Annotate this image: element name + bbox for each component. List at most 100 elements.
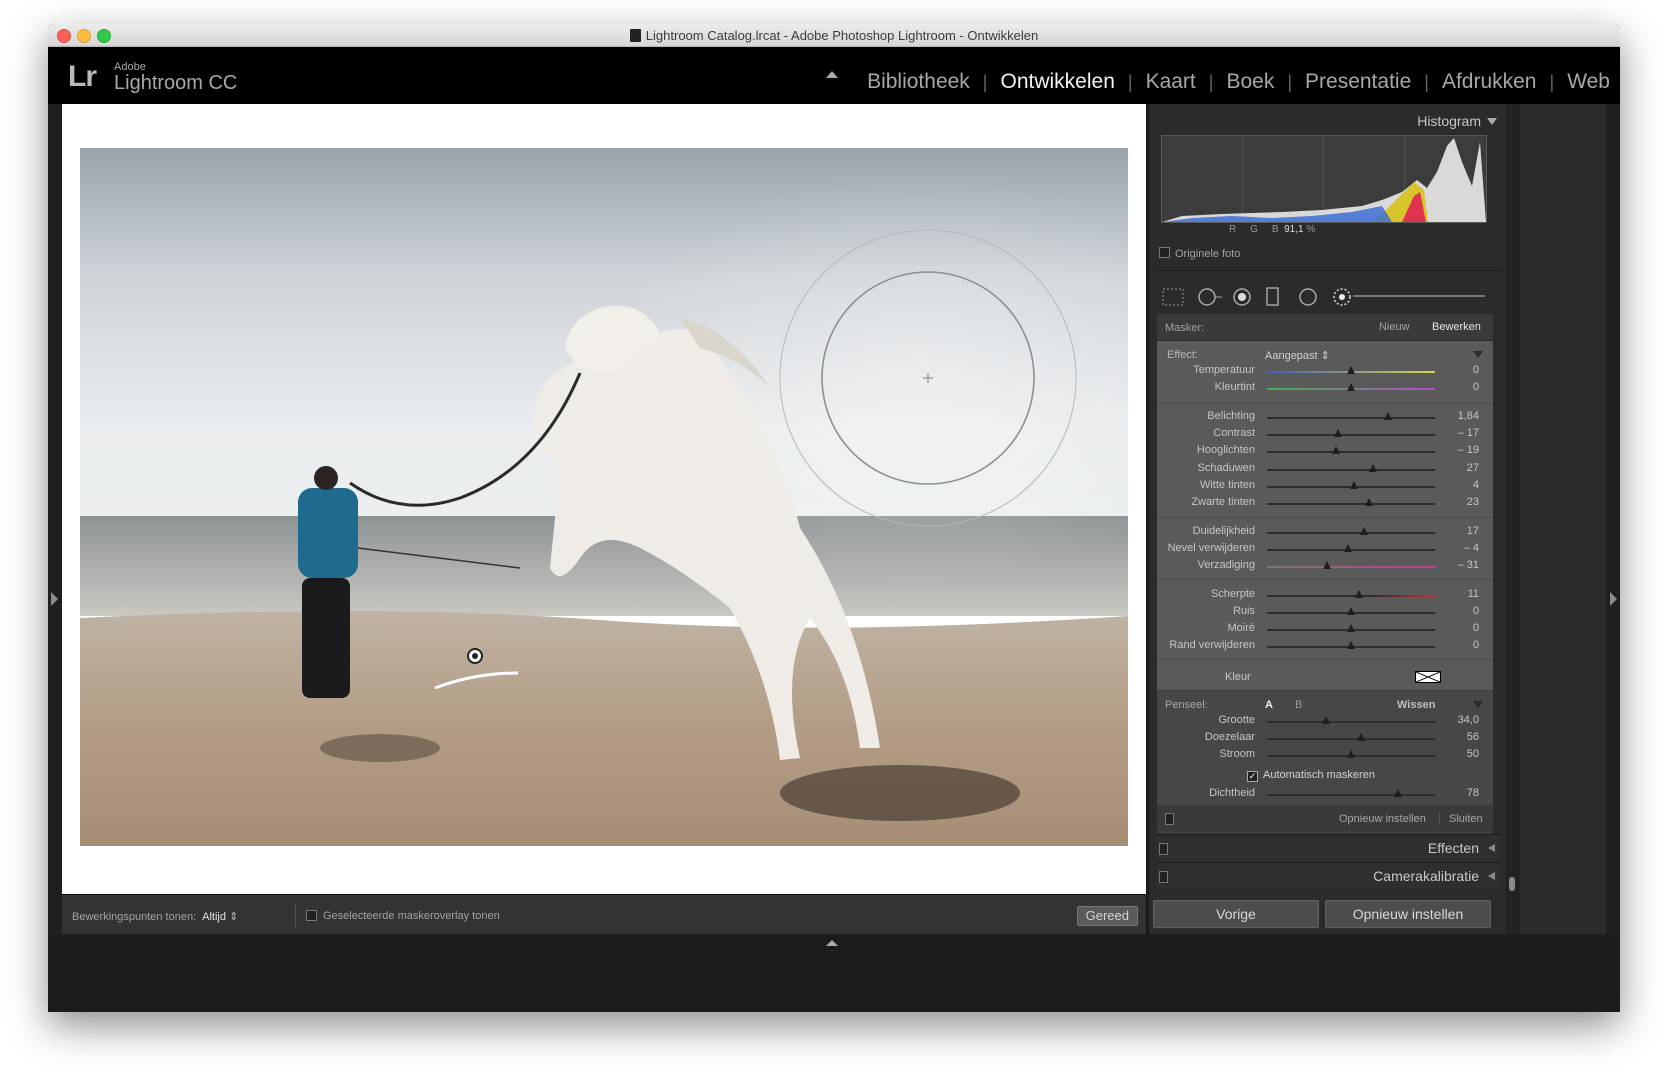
module-bibliotheek[interactable]: Bibliotheek (867, 70, 970, 94)
slider-track[interactable] (1267, 417, 1435, 419)
panel-reset-button[interactable]: Opnieuw instellen (1339, 813, 1426, 825)
mask-overlay-checkbox[interactable] (306, 910, 317, 921)
slider-thumb[interactable] (1347, 383, 1355, 391)
slider-value[interactable]: 11 (1468, 588, 1479, 600)
crop-tool-icon[interactable] (1161, 287, 1185, 307)
slider-thumb[interactable] (1368, 464, 1377, 472)
slider-value[interactable]: 27 (1467, 462, 1479, 474)
expand-filmstrip-icon[interactable] (826, 940, 838, 946)
calibration-toggle-switch[interactable] (1159, 871, 1168, 883)
slider-value[interactable]: 4 (1473, 479, 1479, 491)
right-panel-scrollbar[interactable] (1506, 104, 1520, 934)
slider-thumb[interactable] (1323, 561, 1332, 569)
slider-track[interactable] (1267, 451, 1435, 453)
module-kaart[interactable]: Kaart (1146, 70, 1196, 94)
slider-value[interactable]: 0 (1473, 381, 1479, 393)
mask-new-button[interactable]: Nieuw (1379, 321, 1410, 333)
done-button[interactable]: Gereed (1076, 906, 1138, 926)
slider-track[interactable] (1267, 434, 1435, 436)
slider-thumb[interactable] (1365, 498, 1374, 506)
product-name: Lightroom CC (114, 72, 238, 94)
slider-value[interactable]: – 31 (1458, 559, 1479, 571)
slider-thumb[interactable] (1383, 412, 1392, 420)
original-photo-checkbox[interactable] (1159, 247, 1170, 258)
slider-value[interactable]: 0 (1473, 605, 1479, 617)
slider-value[interactable]: 78 (1467, 787, 1479, 799)
effect-collapse-icon[interactable] (1473, 351, 1483, 358)
slider-value[interactable]: 17 (1467, 525, 1479, 537)
slider-thumb[interactable] (1355, 590, 1364, 598)
panel-toggle-switch[interactable] (1165, 813, 1174, 825)
slider-value[interactable]: 23 (1467, 496, 1479, 508)
photo-canvas[interactable] (80, 148, 1128, 846)
graduated-filter-icon[interactable] (1265, 287, 1281, 307)
panel-close-button[interactable]: Sluiten (1449, 813, 1483, 825)
slider-thumb[interactable] (1350, 481, 1359, 489)
slider-value[interactable]: 0 (1473, 639, 1479, 651)
slider-value[interactable]: – 4 (1464, 542, 1479, 554)
previous-button[interactable]: Vorige (1153, 900, 1319, 928)
slider-track[interactable] (1267, 721, 1435, 723)
slider-track[interactable] (1267, 738, 1435, 740)
histogram[interactable] (1161, 135, 1487, 223)
brush-b-button[interactable]: B (1295, 699, 1302, 711)
slider-thumb[interactable] (1343, 544, 1352, 552)
slider-thumb[interactable] (1360, 527, 1369, 535)
reset-all-button[interactable]: Opnieuw instellen (1325, 900, 1491, 928)
collapse-top-panel-icon[interactable] (826, 71, 838, 78)
mask-edit-button[interactable]: Bewerken (1432, 321, 1481, 333)
slider-track[interactable] (1267, 566, 1435, 568)
slider-thumb[interactable] (1331, 446, 1340, 454)
slider-thumb[interactable] (1347, 366, 1355, 374)
show-pins-select[interactable]: Altijd (202, 911, 226, 923)
slider-value[interactable]: 0 (1473, 622, 1479, 634)
brush-collapse-icon[interactable] (1473, 701, 1483, 708)
adjustment-brush-icon[interactable] (1331, 287, 1353, 307)
slider-thumb[interactable] (1394, 789, 1403, 797)
radial-filter-icon[interactable] (1297, 287, 1319, 307)
brush-a-button[interactable]: A (1265, 699, 1273, 711)
histogram-header[interactable]: Histogram (1417, 113, 1497, 129)
module-boek[interactable]: Boek (1226, 70, 1274, 94)
show-pins-label: Bewerkingspunten tonen: Altijd ⇕ (72, 911, 239, 923)
slider-value[interactable]: 50 (1467, 748, 1479, 760)
module-afdrukken[interactable]: Afdrukken (1442, 70, 1537, 94)
right-panel-toggle[interactable] (1606, 104, 1620, 1012)
slider-thumb[interactable] (1321, 716, 1330, 724)
module-presentatie[interactable]: Presentatie (1305, 70, 1411, 94)
effect-preset-select[interactable]: Aangepast ⇕ (1265, 349, 1330, 362)
slider-thumb[interactable] (1347, 750, 1355, 758)
slider-track[interactable] (1267, 532, 1435, 534)
module-ontwikkelen[interactable]: Ontwikkelen (1000, 70, 1114, 94)
slider-track[interactable] (1267, 794, 1435, 796)
brush-erase-button[interactable]: Wissen (1397, 699, 1435, 711)
calibration-section-header[interactable]: Camerakalibratie (1157, 862, 1501, 889)
scrollbar-thumb[interactable] (1509, 877, 1515, 891)
slider-track[interactable] (1267, 469, 1435, 471)
slider-thumb[interactable] (1347, 624, 1355, 632)
slider-value[interactable]: 34,0 (1458, 714, 1479, 726)
effects-section-header[interactable]: Effecten (1157, 834, 1501, 861)
tool-slider[interactable] (1353, 295, 1485, 297)
slider-value[interactable]: – 17 (1458, 427, 1479, 439)
slider-track[interactable] (1267, 503, 1435, 505)
left-panel-toggle[interactable] (48, 104, 62, 1012)
slider-thumb[interactable] (1357, 733, 1366, 741)
slider-thumb[interactable] (1347, 641, 1355, 649)
slider-thumb[interactable] (1333, 429, 1342, 437)
original-photo-toggle[interactable]: Originele foto (1159, 247, 1240, 260)
slider-value[interactable]: 0 (1473, 364, 1479, 376)
slider-value[interactable]: – 19 (1458, 444, 1479, 456)
color-swatch[interactable] (1415, 671, 1441, 683)
slider-track[interactable] (1267, 595, 1435, 597)
spot-removal-icon[interactable] (1197, 287, 1223, 307)
image-viewer[interactable] (62, 104, 1146, 894)
red-eye-icon[interactable] (1231, 287, 1253, 307)
auto-mask-toggle[interactable]: ✓ Automatisch maskeren (1247, 769, 1375, 782)
slider-value[interactable]: 1,84 (1458, 410, 1479, 422)
effects-toggle-switch[interactable] (1159, 843, 1168, 855)
checkmark-icon[interactable]: ✓ (1247, 771, 1258, 782)
slider-value[interactable]: 56 (1467, 731, 1479, 743)
module-web[interactable]: Web (1567, 70, 1610, 94)
slider-thumb[interactable] (1347, 607, 1355, 615)
